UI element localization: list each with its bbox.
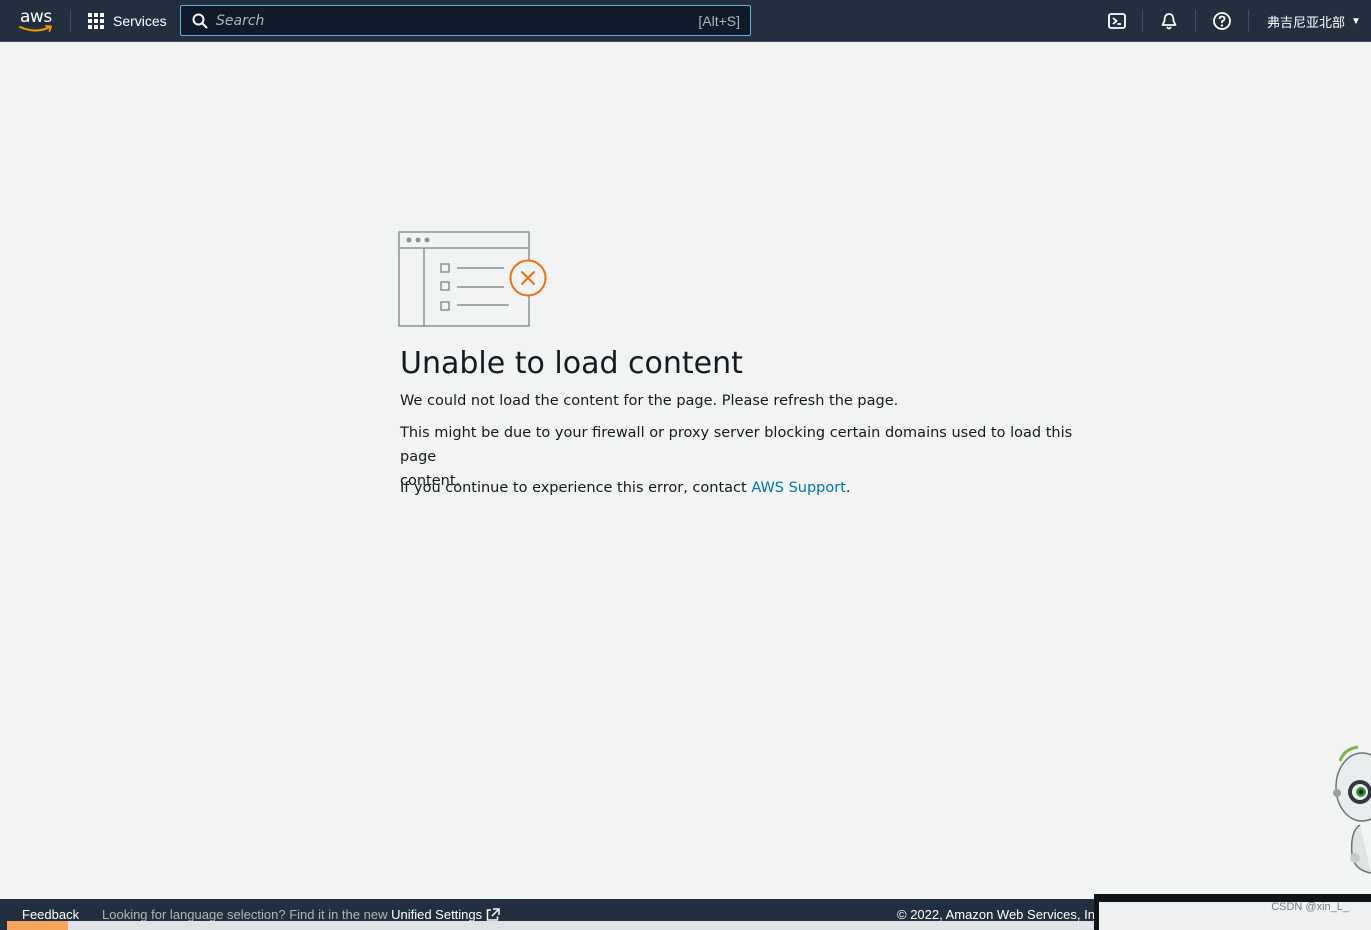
support-prefix: If you continue to experience this error… bbox=[400, 480, 752, 496]
top-navigation: aws Services [Alt+S] 弗吉尼亚北 bbox=[0, 0, 1371, 42]
search-icon bbox=[192, 13, 208, 28]
feedback-link[interactable]: Feedback bbox=[22, 907, 79, 922]
taskbar-strip bbox=[7, 921, 68, 930]
search-shortcut-hint: [Alt+S] bbox=[698, 12, 740, 29]
language-notice: Looking for language selection? Find it … bbox=[102, 907, 500, 922]
region-label: 弗吉尼亚北部 bbox=[1267, 15, 1346, 30]
search-bar[interactable]: [Alt+S] bbox=[180, 5, 751, 36]
app-grid-icon bbox=[88, 13, 104, 29]
error-illustration-icon bbox=[398, 231, 547, 327]
nav-divider bbox=[1195, 10, 1196, 32]
overlay-panel: CSDN @xin_L_ bbox=[1094, 894, 1371, 930]
language-text: Looking for language selection? Find it … bbox=[102, 907, 392, 922]
aws-support-link[interactable]: AWS Support bbox=[751, 480, 846, 496]
caret-down-icon: ▼ bbox=[1351, 16, 1361, 27]
external-link-icon bbox=[486, 908, 500, 921]
help-icon[interactable] bbox=[1212, 11, 1232, 31]
services-menu-button[interactable]: Services bbox=[88, 10, 167, 32]
nav-divider bbox=[70, 10, 71, 32]
nav-divider bbox=[1142, 10, 1143, 32]
aws-logo[interactable]: aws bbox=[18, 7, 54, 35]
robot-mascot-icon[interactable] bbox=[1330, 745, 1371, 875]
nav-divider bbox=[1248, 10, 1249, 32]
error-message: We could not load the content for the pa… bbox=[400, 393, 899, 409]
support-suffix: . bbox=[845, 480, 851, 496]
support-message: If you continue to experience this error… bbox=[400, 476, 851, 500]
search-input[interactable] bbox=[216, 12, 699, 29]
csdn-watermark: CSDN @xin_L_ bbox=[1271, 901, 1349, 913]
cloudshell-icon[interactable] bbox=[1107, 11, 1127, 31]
bell-icon[interactable] bbox=[1159, 11, 1179, 31]
unified-settings-link[interactable]: Unified Settings bbox=[391, 907, 482, 922]
region-selector[interactable]: 弗吉尼亚北部 ▼ bbox=[1267, 12, 1361, 31]
services-label: Services bbox=[113, 13, 167, 29]
aws-smile-icon bbox=[19, 25, 53, 32]
error-explanation-line1: This might be due to your firewall or pr… bbox=[400, 425, 1073, 465]
error-title: Unable to load content bbox=[400, 346, 743, 381]
copyright: © 2022, Amazon Web Services, Inc bbox=[897, 907, 1102, 922]
